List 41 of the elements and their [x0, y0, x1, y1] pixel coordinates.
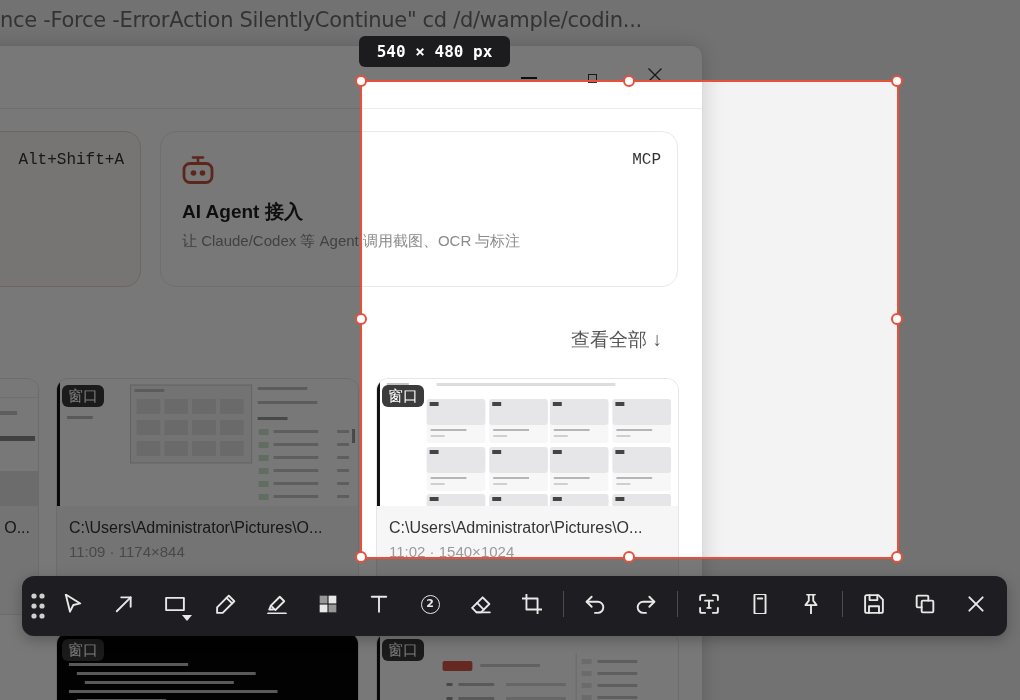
rectangle-icon — [165, 594, 185, 614]
resize-handle[interactable] — [891, 75, 903, 87]
capture-meta-text: 11:02 · 1540×1024 — [389, 542, 515, 562]
close-icon — [648, 68, 662, 82]
type-badge: 窗口 — [62, 639, 104, 661]
protocol-label: MCP — [632, 150, 661, 170]
minimize-icon — [521, 77, 537, 79]
arrow-icon — [114, 594, 134, 614]
type-badge: 窗口 — [382, 639, 424, 661]
text-scan-icon — [699, 594, 719, 614]
type-badge: 窗口 — [62, 385, 104, 407]
command-text: nce -Force -ErrorAction SilentlyContinue" cd /d/wample/codin... — [0, 7, 642, 34]
card-title: AI Agent 接入 — [182, 200, 303, 224]
cursor-icon — [63, 594, 83, 614]
save-icon — [864, 594, 884, 614]
resize-handle[interactable] — [891, 313, 903, 325]
letter-t-icon — [369, 594, 389, 614]
undo-icon — [585, 594, 605, 614]
view-all-link[interactable]: 查看全部 ↓ — [571, 327, 662, 353]
pencil-icon — [216, 594, 236, 614]
type-badge: 窗口 — [382, 385, 424, 407]
capture-card[interactable]: O... — [0, 378, 39, 615]
file-path-text: C:\Users\Administrator\Pictures\O... — [389, 518, 643, 538]
eraser-icon — [471, 594, 491, 614]
file-path-text: O... — [4, 518, 30, 538]
grip-icon — [31, 592, 45, 620]
shortcut-label: Alt+Shift+A — [18, 150, 124, 170]
redo-icon — [636, 594, 656, 614]
highlighter-icon — [267, 594, 287, 614]
close-icon — [966, 594, 986, 614]
feature-card[interactable]: Alt+Shift+A — [0, 131, 141, 287]
resize-handle[interactable] — [891, 551, 903, 563]
maximize-icon — [587, 73, 597, 83]
crop-icon — [522, 594, 542, 614]
selection-frame[interactable] — [360, 80, 899, 559]
mosaic-icon — [318, 594, 338, 614]
robot-icon — [182, 156, 214, 184]
drag-handle[interactable] — [31, 592, 45, 620]
selection-size-label: 540 × 480 px — [359, 36, 510, 67]
copy-icon — [915, 594, 935, 614]
file-path-text: C:\Users\Administrator\Pictures\O... — [69, 518, 323, 538]
